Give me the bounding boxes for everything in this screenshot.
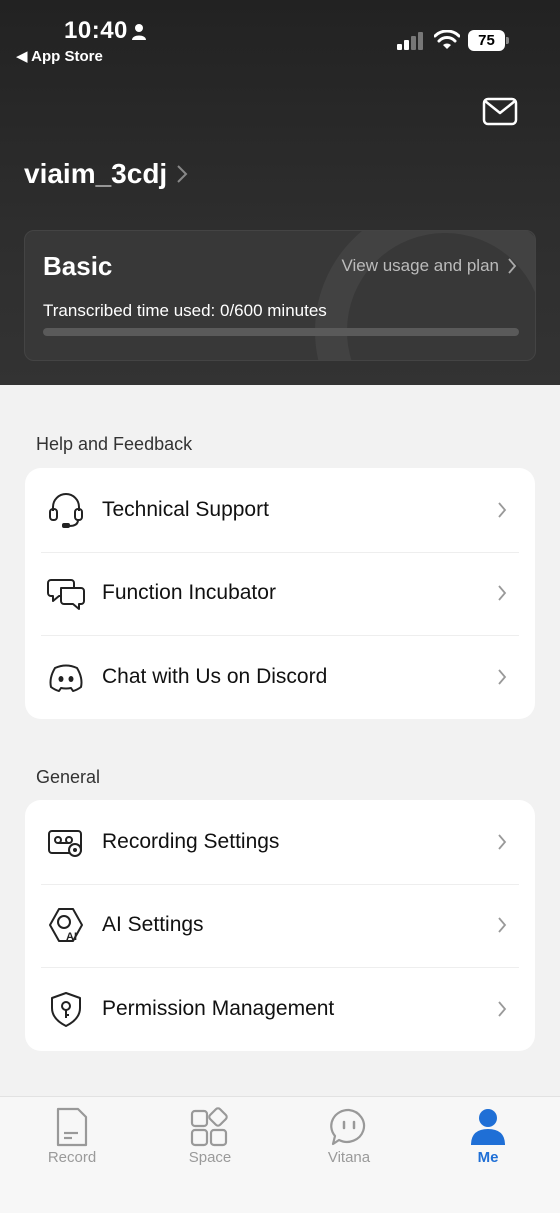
menu-item-recording-settings[interactable]: Recording Settings: [25, 800, 535, 884]
tab-me[interactable]: Me: [438, 1107, 538, 1166]
discord-icon: [49, 664, 83, 692]
tab-record[interactable]: Record: [22, 1107, 122, 1166]
tab-vitana[interactable]: Vitana: [299, 1107, 399, 1166]
ai-settings-icon: AI: [49, 908, 83, 943]
document-icon: [56, 1107, 88, 1147]
general-card: Recording Settings AI AI Settings Permis…: [25, 800, 535, 1051]
back-triangle-icon: ◀: [16, 48, 32, 65]
plan-card[interactable]: Basic View usage and plan Transcribed ti…: [24, 230, 536, 361]
username: viaim_3cdj: [24, 158, 168, 189]
section-title-help: Help and Feedback: [36, 434, 193, 454]
battery-level: 75: [468, 30, 505, 51]
chevron-right-icon: [177, 165, 188, 183]
mail-icon[interactable]: [482, 96, 518, 128]
status-bar: 10:40 ◀ App Store 75: [0, 0, 560, 70]
usage-progress-bar: [43, 328, 519, 336]
chat-bubbles-icon: [47, 579, 85, 611]
section-title-general: General: [36, 767, 101, 787]
profile-header: 10:40 ◀ App Store 75 viaim_3cdj Basic Vi…: [0, 0, 560, 385]
wifi-icon: [434, 30, 460, 49]
menu-item-technical-support[interactable]: Technical Support: [25, 468, 535, 552]
chevron-right-icon: [498, 917, 507, 933]
back-to-app-store[interactable]: ◀ App Store: [16, 47, 103, 65]
menu-item-discord[interactable]: Chat with Us on Discord: [25, 635, 535, 719]
menu-item-ai-settings[interactable]: AI AI Settings: [25, 883, 535, 968]
cellular-signal-icon: [397, 32, 423, 50]
status-time: 10:40: [64, 17, 128, 44]
apps-icon: [190, 1107, 228, 1147]
svg-text:AI: AI: [66, 931, 77, 943]
chat-icon: [330, 1108, 366, 1146]
person-status-icon: [132, 24, 146, 40]
headset-icon: [49, 492, 83, 528]
menu-item-permission-management[interactable]: Permission Management: [25, 967, 535, 1051]
view-usage-link[interactable]: View usage and plan: [341, 256, 517, 276]
battery-icon: 75: [468, 30, 510, 51]
chevron-right-icon: [498, 834, 507, 850]
plan-name: Basic: [43, 251, 113, 281]
chevron-right-icon: [498, 585, 507, 601]
chevron-right-icon: [498, 669, 507, 685]
chevron-right-icon: [508, 258, 517, 274]
recording-settings-icon: [48, 829, 82, 857]
username-link[interactable]: viaim_3cdj: [24, 158, 189, 190]
person-icon: [471, 1109, 505, 1145]
usage-text: Transcribed time used: 0/600 minutes: [43, 301, 327, 320]
tab-bar: Record Space Vitana Me: [0, 1096, 560, 1213]
chevron-right-icon: [498, 502, 507, 518]
shield-key-icon: [51, 991, 81, 1027]
tab-space[interactable]: Space: [160, 1107, 260, 1166]
chevron-right-icon: [498, 1001, 507, 1017]
menu-item-function-incubator[interactable]: Function Incubator: [25, 551, 535, 636]
help-card: Technical Support Function Incubator Cha…: [25, 468, 535, 719]
